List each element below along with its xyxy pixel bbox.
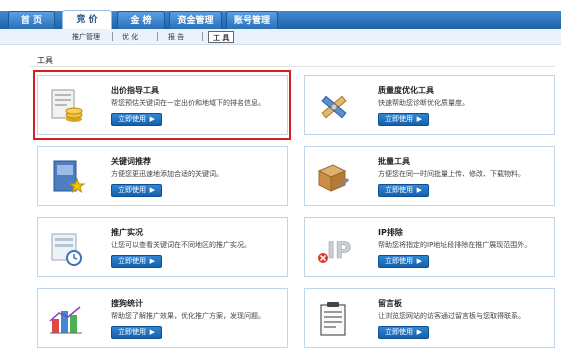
button-label: 立即使用: [118, 328, 146, 336]
use-now-button[interactable]: 立即使用 ▶: [111, 255, 162, 268]
section-title: 工具: [37, 56, 53, 65]
tab-home[interactable]: 首 页: [8, 11, 55, 29]
card-title: 搜狗统计: [111, 299, 143, 308]
card-description: 帮助您将指定的IP地址段排除在推广展现范围外。: [378, 241, 532, 249]
use-now-button[interactable]: 立即使用 ▶: [111, 184, 162, 197]
keyword-book-icon: [46, 157, 86, 197]
highlight-frame: [33, 70, 291, 140]
tool-card-live-promo: 推广实况 让您可以查看关键词在不同地区的推广实况。 立即使用 ▶: [37, 217, 288, 277]
quality-tools-icon: [313, 86, 353, 126]
card-title: 关键词推荐: [111, 157, 151, 166]
arrow-right-icon: ▶: [416, 186, 422, 194]
card-description: 方便您在同一时间批量上传、修改、下载物料。: [378, 170, 525, 178]
card-title: 批量工具: [378, 157, 410, 166]
tool-card-ip-exclude: IP IP排除 帮助您将指定的IP地址段排除在推广展现范围外。 立即使用 ▶: [304, 217, 555, 277]
section-divider: [30, 66, 555, 67]
card-title: 留言板: [378, 299, 402, 308]
top-nav: 首 页 竞 价 金 榜 资金管理 账号管理: [0, 0, 561, 30]
card-title: 推广实况: [111, 228, 143, 237]
use-now-button[interactable]: 立即使用 ▶: [111, 326, 162, 339]
card-title: IP排除: [378, 228, 403, 237]
subnav-report[interactable]: 报 告: [168, 31, 184, 43]
subnav-tools[interactable]: 工 具: [208, 31, 235, 43]
arrow-right-icon: ▶: [149, 186, 155, 194]
tab-gold-list[interactable]: 金 榜: [117, 11, 165, 29]
card-description: 让浏览您网站的访客通过留言板与您取得联系。: [378, 312, 525, 320]
button-label: 立即使用: [385, 115, 413, 123]
subnav-promo-manage[interactable]: 推广管理: [72, 31, 100, 43]
sub-nav: 推广管理 优 化 报 告 工 具: [0, 29, 561, 45]
tool-card-quality: 质量度优化工具 快速帮助您诊断优化质量度。 立即使用 ▶: [304, 75, 555, 135]
arrow-right-icon: ▶: [416, 257, 422, 265]
stats-chart-icon: [46, 299, 86, 339]
button-label: 立即使用: [385, 328, 413, 336]
tool-card-message-board: 留言板 让浏览您网站的访客通过留言板与您取得联系。 立即使用 ▶: [304, 288, 555, 348]
use-now-button[interactable]: 立即使用 ▶: [378, 184, 429, 197]
ip-exclude-icon: IP: [313, 228, 353, 268]
live-promo-icon: [46, 228, 86, 268]
subnav-separator: [157, 32, 158, 41]
use-now-button[interactable]: 立即使用 ▶: [378, 113, 429, 126]
card-description: 让您可以查看关键词在不同地区的推广实况。: [111, 241, 251, 249]
use-now-button[interactable]: 立即使用 ▶: [378, 326, 429, 339]
card-description: 帮助您了解推广效果，优化推广方案，发现问题。: [111, 312, 265, 320]
tool-card-batch: 批量工具 方便您在同一时间批量上传、修改、下载物料。 立即使用 ▶: [304, 146, 555, 206]
tab-funds[interactable]: 资金管理: [169, 11, 222, 29]
tab-account[interactable]: 账号管理: [226, 11, 278, 29]
arrow-right-icon: ▶: [416, 328, 422, 336]
card-description: 方便您更迅速地添加合适的关键词。: [111, 170, 223, 178]
use-now-button[interactable]: 立即使用 ▶: [378, 255, 429, 268]
subnav-separator: [112, 32, 113, 41]
tool-card-stats: 搜狗统计 帮助您了解推广效果，优化推广方案，发现问题。 立即使用 ▶: [37, 288, 288, 348]
card-title: 质量度优化工具: [378, 86, 434, 95]
message-board-icon: [313, 299, 353, 339]
subnav-optimize[interactable]: 优 化: [122, 31, 138, 43]
arrow-right-icon: ▶: [149, 257, 155, 265]
svg-text:IP: IP: [327, 239, 351, 264]
button-label: 立即使用: [385, 186, 413, 194]
arrow-right-icon: ▶: [149, 328, 155, 336]
card-description: 快速帮助您诊断优化质量度。: [378, 99, 469, 107]
tool-card-keyword: 关键词推荐 方便您更迅速地添加合适的关键词。 立即使用 ▶: [37, 146, 288, 206]
tab-bidding[interactable]: 竞 价: [62, 10, 112, 30]
button-label: 立即使用: [118, 186, 146, 194]
subnav-separator: [202, 32, 203, 41]
arrow-right-icon: ▶: [416, 115, 422, 123]
button-label: 立即使用: [118, 257, 146, 265]
batch-box-icon: [313, 157, 353, 197]
button-label: 立即使用: [385, 257, 413, 265]
